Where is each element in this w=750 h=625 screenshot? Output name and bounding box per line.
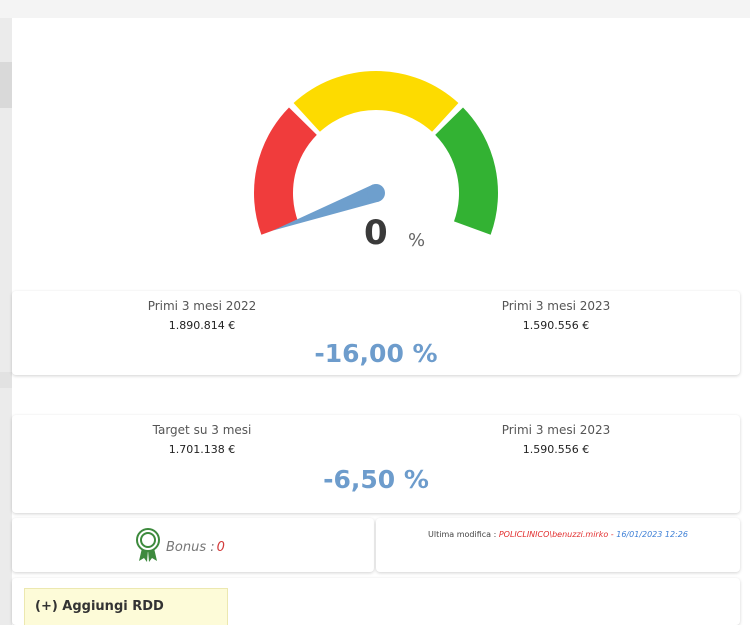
gauge-unit: % (408, 230, 426, 251)
target-delta-percentage: -6,50 % (323, 465, 429, 494)
dashboard-panel: 0 % Primi 3 mesi 2022 1.890.814 € Primi … (12, 18, 750, 625)
last-modified-line: Ultima modifica : POLICLINICO\benuzzi.mi… (376, 530, 740, 539)
last-modified-card: Ultima modifica : POLICLINICO\benuzzi.mi… (376, 518, 740, 572)
comparison-previous-year-card: Primi 3 mesi 2022 1.890.814 € Primi 3 me… (12, 291, 740, 375)
target-label: Target su 3 mesi (152, 423, 252, 437)
last-modified-label: Ultima modifica : (428, 530, 497, 539)
side-tab[interactable] (0, 62, 12, 108)
previous-period-label: Primi 3 mesi 2022 (147, 299, 257, 313)
previous-period-amount: 1.890.814 € (168, 319, 236, 332)
bonus-label: Bonus : (166, 539, 215, 555)
current-period-column-target: Primi 3 mesi 2023 1.590.556 € (396, 423, 716, 456)
bonus-card: Bonus : 0 (12, 518, 374, 572)
last-modified-separator: - (610, 530, 614, 539)
gauge-segment-green (435, 107, 498, 235)
award-ribbon-icon (136, 528, 160, 566)
previous-period-column: Primi 3 mesi 2022 1.890.814 € (42, 299, 362, 332)
gauge-segment-yellow (293, 71, 459, 132)
current-period-label-target: Primi 3 mesi 2023 (501, 423, 611, 437)
bonus-value: 0 (216, 539, 225, 555)
last-modified-user: POLICLINICO\benuzzi.mirko (498, 530, 609, 539)
current-period-amount-target: 1.590.556 € (522, 443, 590, 456)
bonus-content: Bonus : 0 (136, 528, 225, 566)
target-amount: 1.701.138 € (168, 443, 236, 456)
top-strip (0, 0, 750, 18)
gauge-value: 0 (364, 213, 388, 253)
last-modified-date: 16/01/2023 12:26 (616, 530, 688, 539)
gauge-widget: 0 % (12, 18, 750, 290)
add-rdd-button[interactable]: (+) Aggiungi RDD (24, 588, 228, 625)
gauge-needle-hub (367, 184, 385, 202)
comparison-target-card: Target su 3 mesi 1.701.138 € Primi 3 mes… (12, 415, 740, 513)
current-period-label: Primi 3 mesi 2023 (501, 299, 611, 313)
current-period-column: Primi 3 mesi 2023 1.590.556 € (396, 299, 716, 332)
previous-year-delta-percentage: -16,00 % (314, 339, 438, 368)
target-column: Target su 3 mesi 1.701.138 € (42, 423, 362, 456)
current-period-amount: 1.590.556 € (522, 319, 590, 332)
side-tab-secondary (0, 372, 12, 388)
